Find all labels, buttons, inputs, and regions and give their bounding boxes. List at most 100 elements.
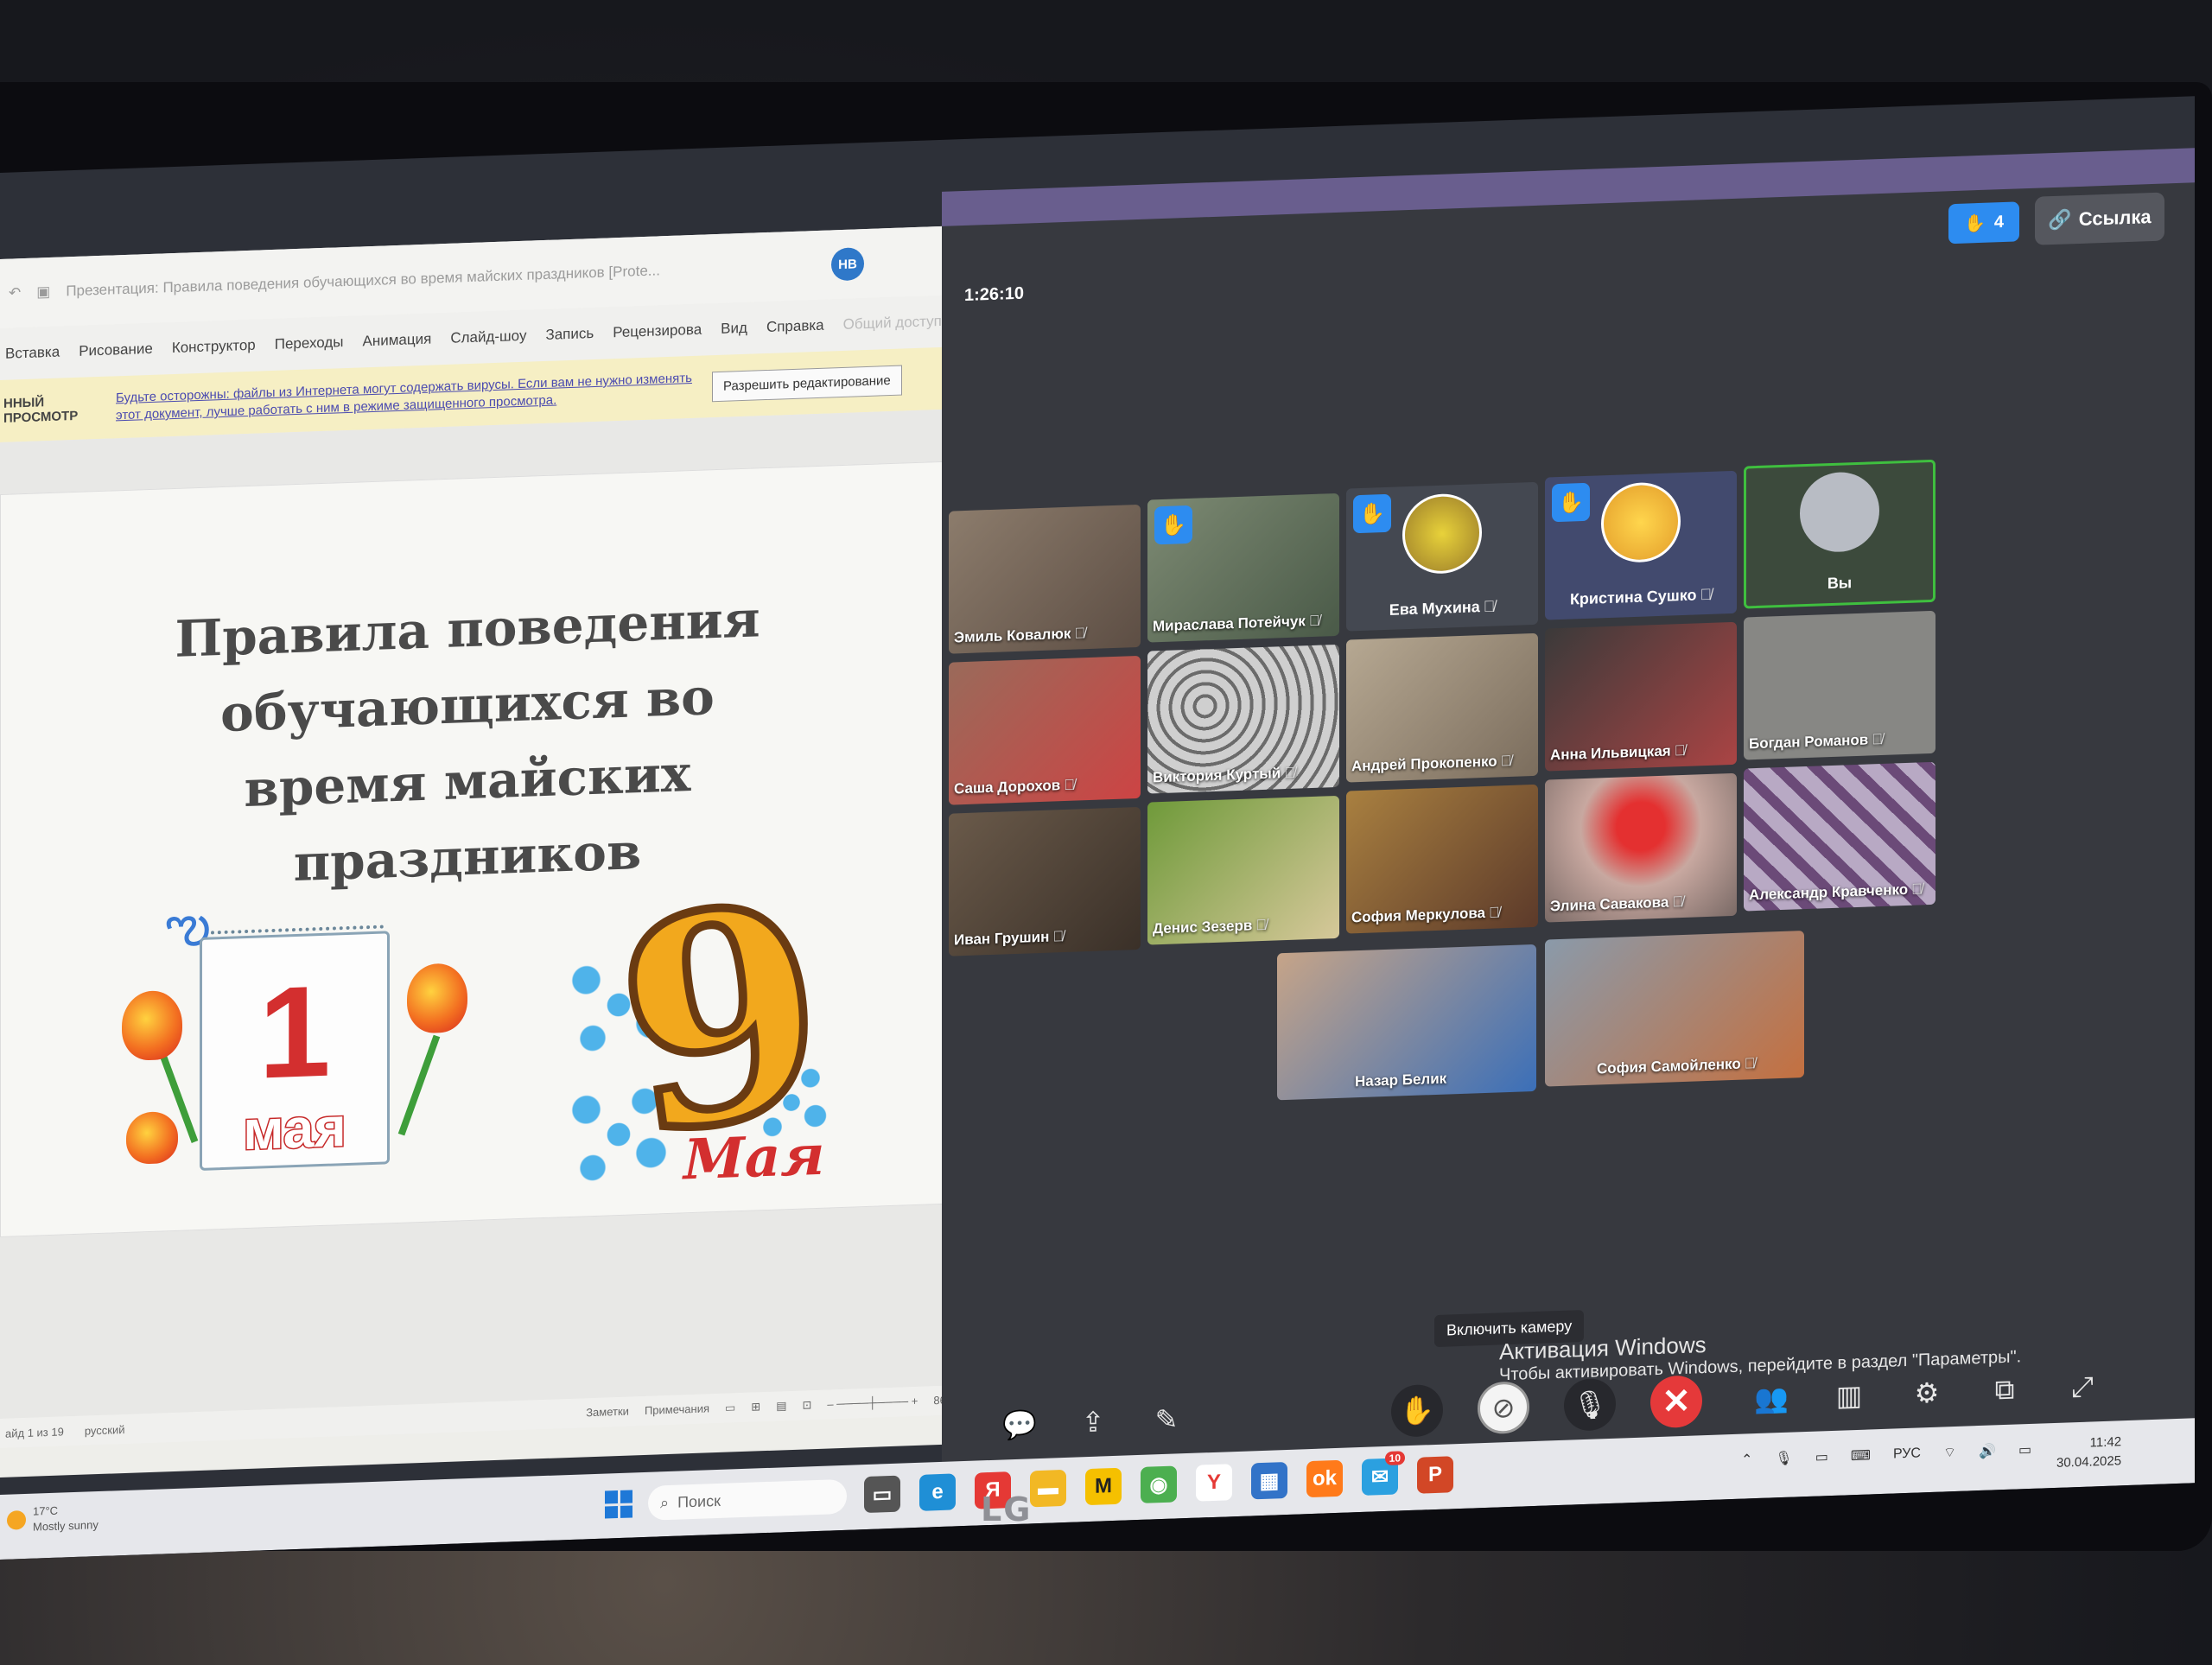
comments-button[interactable]: Примечания <box>645 1401 709 1418</box>
raised-hands-button[interactable]: ✋ 4 <box>1948 201 2019 245</box>
participant-tile[interactable]: Саша Дорохов 🎙̸ <box>949 655 1141 805</box>
powerpoint-icon[interactable]: P <box>1417 1456 1453 1494</box>
participant-tile[interactable]: Эмиль Ковалюк 🎙̸ <box>949 504 1141 654</box>
clock-date: 30.04.2025 <box>2056 1453 2122 1471</box>
picture-in-picture-icon[interactable]: ⧉ <box>1979 1363 2031 1417</box>
invite-link-button[interactable]: 🔗 Ссылка <box>2035 192 2164 245</box>
share-button[interactable]: Общий доступ <box>843 313 942 334</box>
chat-icon[interactable]: 💬 <box>994 1398 1046 1452</box>
muted-mic-icon: 🎙̸ <box>1872 730 1884 748</box>
link-icon: 🔗 <box>2048 208 2072 232</box>
whiteboard-icon[interactable]: ✎ <box>1141 1393 1192 1446</box>
odnoklassniki-icon[interactable]: ok <box>1306 1459 1343 1498</box>
normal-view-icon[interactable]: ▭ <box>725 1401 735 1414</box>
participant-name: Элина Савакова 🎙̸ <box>1550 893 1684 915</box>
participant-tile[interactable]: Денис Зезерв 🎙̸ <box>1147 795 1339 945</box>
reading-view-icon[interactable]: ▤ <box>776 1399 786 1413</box>
camera-toggle-button[interactable]: ⊘ <box>1478 1381 1529 1435</box>
muted-mic-icon: 🎙̸ <box>1308 612 1320 630</box>
weather-widget[interactable]: 17°C Mostly sunny <box>7 1502 99 1536</box>
tab-insert[interactable]: Вставка <box>5 344 60 363</box>
participant-name: София Самойленко 🎙̸ <box>1597 1055 1756 1077</box>
task-view-icon[interactable]: ▭ <box>864 1475 900 1514</box>
participant-tile[interactable]: Назар Белик <box>1277 944 1536 1101</box>
participant-tile[interactable]: Виктория Куртый 🎙̸ <box>1147 644 1339 794</box>
participant-tile[interactable]: Андрей Прокопенко 🎙̸ <box>1346 632 1538 783</box>
file-explorer-icon[interactable]: ▬ <box>1030 1469 1066 1508</box>
participant-tile[interactable]: Александр Кравченко 🎙̸ <box>1744 761 1936 912</box>
hand-icon: ✋ <box>1963 213 1986 234</box>
participant-tile[interactable]: Элина Савакова 🎙̸ <box>1545 772 1737 923</box>
yandex-browser-icon[interactable]: Y <box>1196 1464 1232 1502</box>
miro-icon[interactable]: M <box>1085 1467 1122 1506</box>
notification-badge: 10 <box>1384 1451 1405 1466</box>
slideshow-icon[interactable]: ⊡ <box>803 1398 812 1412</box>
windows-start-icon[interactable] <box>605 1490 632 1519</box>
tulip-icon <box>122 989 182 1062</box>
participant-tile[interactable]: София Самойленко 🎙̸ <box>1545 931 1804 1087</box>
battery-icon[interactable]: ▭ <box>2018 1441 2031 1459</box>
fullscreen-icon[interactable]: ⤢ <box>2056 1361 2108 1414</box>
muted-mic-icon: 🎙̸ <box>1700 585 1713 604</box>
participant-tile[interactable]: ✋ Мираслава Потейчук 🎙̸ <box>1147 493 1339 643</box>
raise-hand-button[interactable]: ✋ <box>1391 1383 1443 1438</box>
powerpoint-window: ↶ ▣ Презентация: Правила поведения обуча… <box>0 225 976 1478</box>
system-clock[interactable]: 11:42 30.04.2025 <box>2056 1433 2121 1473</box>
tab-record[interactable]: Запись <box>545 325 594 344</box>
edge-icon[interactable]: e <box>919 1473 956 1511</box>
tab-animations[interactable]: Анимация <box>363 331 432 351</box>
protected-view-message[interactable]: Будьте осторожны: файлы из Интернета мог… <box>116 370 703 425</box>
participants-icon[interactable]: 👥 <box>1745 1371 1797 1425</box>
participant-tile[interactable]: Богдан Романов 🎙̸ <box>1744 610 1936 760</box>
tab-draw[interactable]: Рисование <box>79 340 153 360</box>
participant-tile[interactable]: ✋ Ева Мухина 🎙̸ <box>1346 481 1538 632</box>
tab-view[interactable]: Вид <box>721 320 747 338</box>
tab-review[interactable]: Рецензирова <box>613 321 702 342</box>
leave-call-button[interactable]: ✕ <box>1650 1375 1702 1429</box>
layout-icon[interactable]: ▥ <box>1823 1369 1875 1422</box>
slide-sorter-icon[interactable]: ⊞ <box>751 1400 760 1414</box>
display-icon[interactable]: ▭ <box>1815 1448 1828 1466</box>
keyboard-icon[interactable]: ⌨ <box>1851 1446 1871 1465</box>
muted-mic-icon: 🎙̸ <box>1064 776 1075 794</box>
chrome-icon[interactable]: ◉ <box>1141 1465 1177 1503</box>
participant-name: Кристина Сушко 🎙̸ <box>1569 585 1713 608</box>
weather-condition: Mostly sunny <box>33 1518 99 1534</box>
participant-name: София Меркулова 🎙̸ <box>1351 904 1500 926</box>
mic-tray-icon[interactable]: 🎙 <box>1775 1450 1792 1468</box>
store-icon[interactable]: ▦ <box>1251 1461 1287 1500</box>
language-indicator[interactable]: РУС <box>1893 1446 1921 1462</box>
tab-slideshow[interactable]: Слайд-шоу <box>450 327 526 347</box>
tab-transitions[interactable]: Переходы <box>275 334 344 353</box>
muted-mic-icon: 🎙̸ <box>1052 928 1065 945</box>
participant-name: Мираслава Потейчук 🎙̸ <box>1153 612 1320 635</box>
user-avatar[interactable]: НВ <box>831 247 864 282</box>
invite-link-label: Ссылка <box>2078 206 2152 230</box>
chevron-up-icon[interactable]: ⌃ <box>1741 1451 1752 1468</box>
tab-help[interactable]: Справка <box>766 317 824 336</box>
self-tile[interactable]: Вы <box>1744 459 1936 609</box>
messenger-icon[interactable]: ✉ 10 <box>1362 1451 1405 1496</box>
save-icon[interactable]: ▣ <box>36 283 50 302</box>
participant-tile[interactable]: Анна Ильвицкая 🎙̸ <box>1545 621 1737 772</box>
monitor-logo: LG <box>981 1490 1033 1528</box>
taskbar-search[interactable]: ⌕ Поиск <box>648 1478 847 1521</box>
zoom-slider[interactable]: – ────┼──── + <box>827 1395 918 1412</box>
slide-counter: айд 1 из 19 <box>5 1424 64 1440</box>
settings-gear-icon[interactable]: ⚙ <box>1901 1366 1953 1420</box>
participant-name: Виктория Куртый 🎙̸ <box>1153 764 1296 786</box>
tab-design[interactable]: Конструктор <box>172 337 256 357</box>
muted-mic-icon: 🎙̸ <box>1255 916 1268 934</box>
participant-tile[interactable]: София Меркулова 🎙̸ <box>1346 784 1538 934</box>
share-screen-icon[interactable]: ⇪ <box>1067 1395 1119 1449</box>
volume-icon[interactable]: 🔊 <box>1979 1442 1996 1460</box>
wifi-icon[interactable]: ⌔ <box>1943 1444 1956 1462</box>
undo-icon[interactable]: ↶ <box>9 284 21 302</box>
notes-button[interactable]: Заметки <box>586 1405 629 1420</box>
slide-canvas[interactable]: Правила поведения обучающихся во время м… <box>0 461 950 1237</box>
participant-tile[interactable]: ✋ Кристина Сушко 🎙̸ <box>1545 470 1737 620</box>
enable-editing-button[interactable]: Разрешить редактирование <box>712 365 902 402</box>
participant-tile[interactable]: Иван Грушин 🎙̸ <box>949 806 1141 956</box>
microphone-button[interactable]: 🎙 <box>1564 1377 1616 1432</box>
system-tray: ⌃ 🎙 ▭ ⌨ РУС ⌔ 🔊 ▭ <box>1741 1441 2031 1469</box>
